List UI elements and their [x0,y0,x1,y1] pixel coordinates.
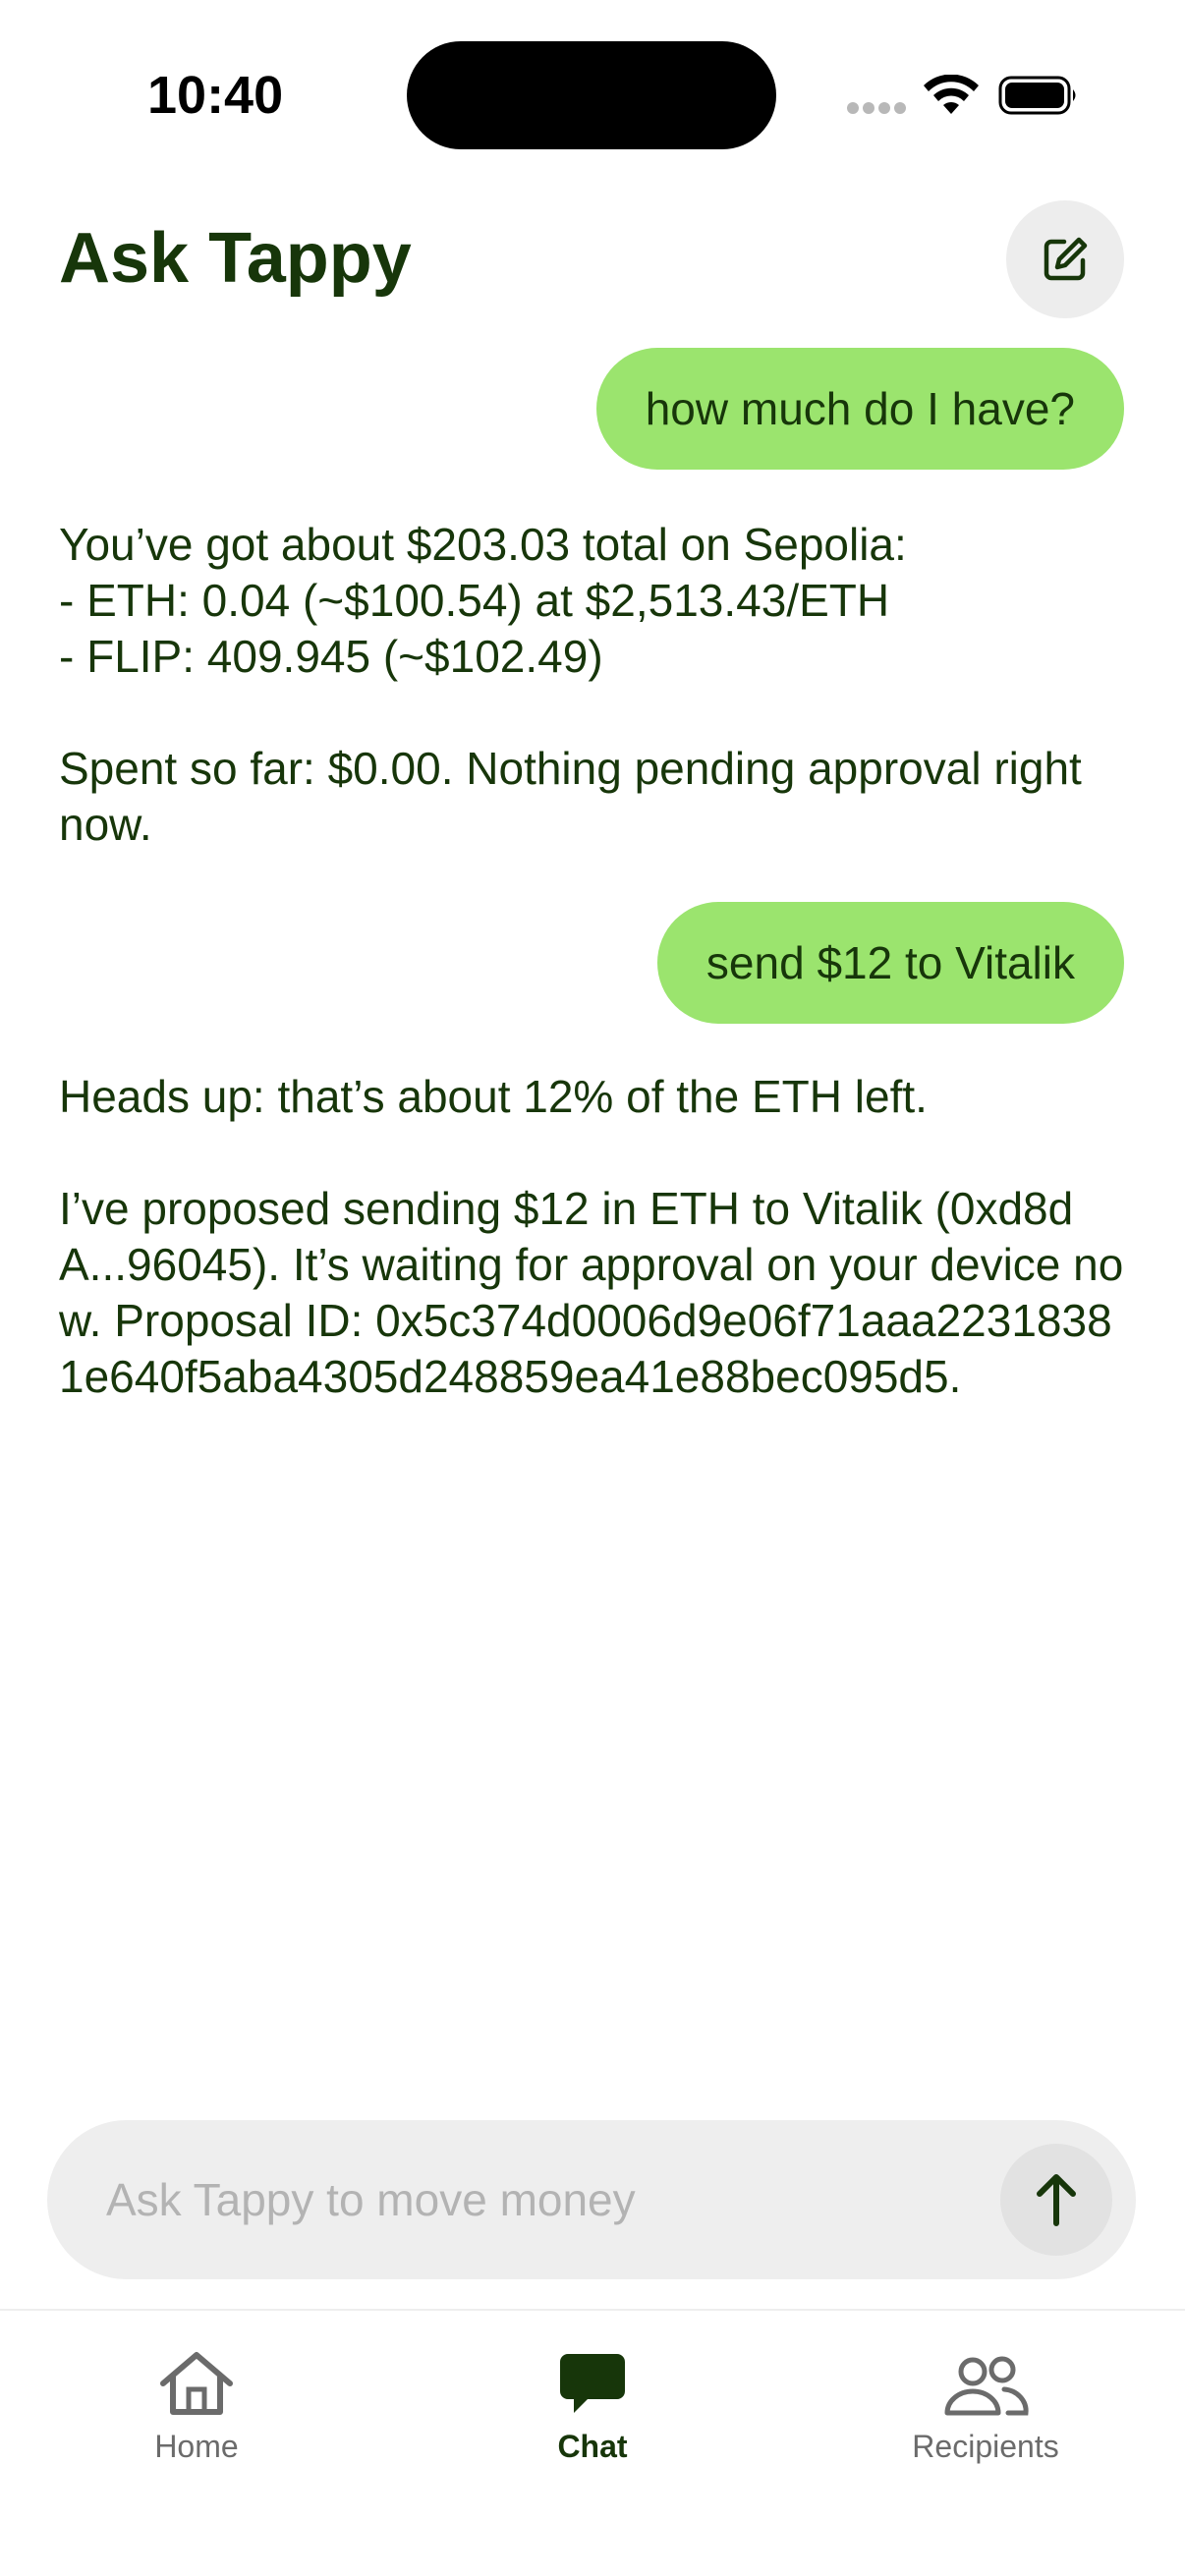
chat-screen: 10:40 Ask Tappy how much do I have? You’… [0,0,1185,2576]
user-message: send $12 to Vitalik [656,902,1124,1024]
people-icon [944,2356,1029,2416]
tab-bar: Home Chat Recipients [0,2309,1185,2576]
user-message: how much do I have? [595,348,1124,470]
arrow-up-icon [1037,2174,1076,2226]
tab-recipients[interactable]: Recipients [838,2340,1133,2478]
assistant-paragraph: Heads up: that’s about 12% of the ETH le… [59,1071,928,1122]
compose-icon [1044,237,1088,281]
battery-icon [998,76,1076,115]
send-button[interactable] [1000,2144,1112,2256]
composer [47,2120,1136,2279]
assistant-paragraph: You’ve got about $203.03 total on Sepoli… [59,519,907,682]
assistant-message: You’ve got about $203.03 total on Sepoli… [59,517,1130,853]
new-chat-button[interactable] [1006,200,1124,318]
cellular-signal-icon [847,102,906,116]
status-bar: 10:40 [0,0,1185,187]
assistant-paragraph: I’ve proposed sending $12 in ETH to Vita… [59,1183,1124,1402]
tab-label: Recipients [912,2429,1059,2464]
status-time: 10:40 [147,66,284,125]
dynamic-island [407,41,776,149]
tab-chat[interactable]: Chat [445,2340,740,2478]
home-icon [160,2352,233,2415]
wifi-icon [924,75,979,114]
tab-label: Chat [557,2429,628,2464]
message-input[interactable] [106,2120,990,2279]
assistant-message: Heads up: that’s about 12% of the ETH le… [59,1069,1130,1405]
page-title: Ask Tappy [59,219,412,298]
tab-home[interactable]: Home [49,2340,344,2478]
assistant-paragraph: Spent so far: $0.00. Nothing pending app… [59,743,1082,850]
tab-label: Home [154,2429,239,2464]
chat-bubble-icon [560,2354,625,2413]
